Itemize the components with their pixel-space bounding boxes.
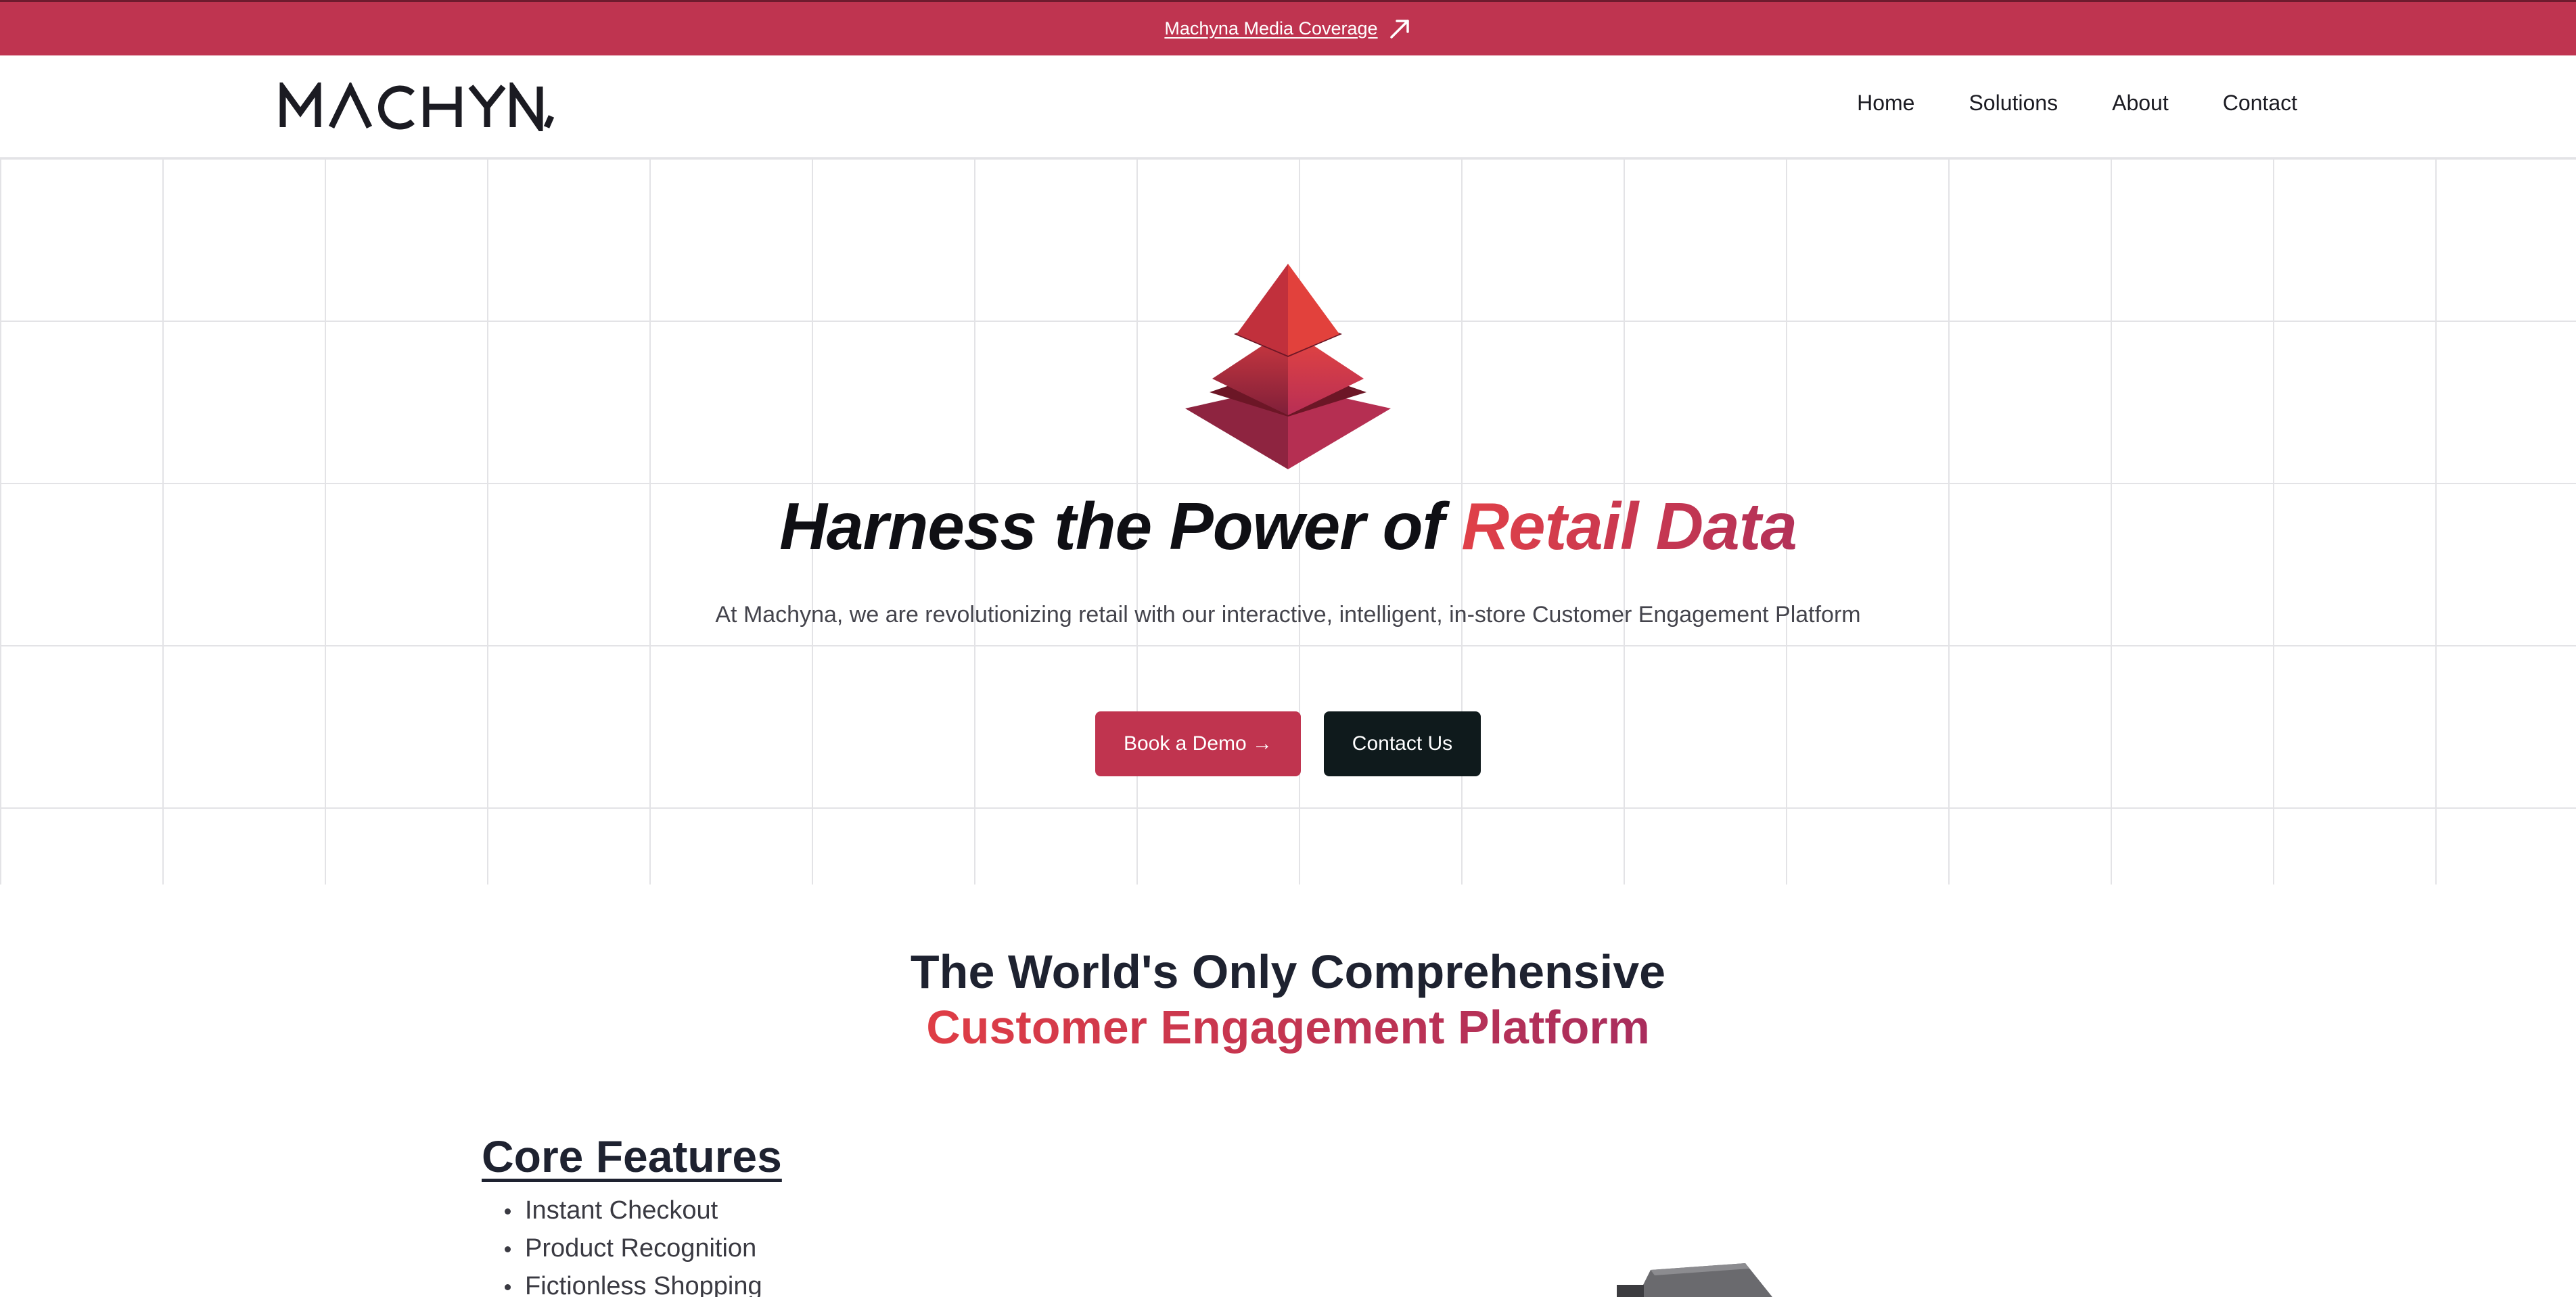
- platform-heading-line1: The World's Only Comprehensive: [910, 945, 1666, 998]
- nav-solutions[interactable]: Solutions: [1969, 91, 2058, 116]
- platform-heading-line2: Customer Engagement Platform: [926, 1001, 1650, 1054]
- feature-item: Product Recognition: [505, 1229, 782, 1267]
- nav-about[interactable]: About: [2112, 91, 2169, 116]
- kiosk-device-image: [1617, 1263, 1772, 1297]
- core-features: Core Features Instant Checkout Product R…: [482, 1131, 782, 1297]
- machyna-logo[interactable]: [279, 82, 556, 131]
- nav-home[interactable]: Home: [1857, 91, 1914, 116]
- announcement-bar: Machyna Media Coverage: [0, 0, 2576, 55]
- main-nav: Home Solutions About Contact: [1857, 91, 2297, 116]
- feature-item: Fictionless Shopping: [505, 1267, 782, 1297]
- arrow-up-right-icon[interactable]: [1387, 17, 1412, 41]
- hero-actions: Book a Demo → Contact Us: [0, 711, 2576, 776]
- hero-section: Harness the Power of Retail Data At Mach…: [0, 158, 2576, 885]
- site-header: Home Solutions About Contact: [0, 55, 2576, 158]
- hero-subtitle: At Machyna, we are revolutionizing retai…: [715, 602, 1861, 628]
- hero-title: Harness the Power of Retail Data: [0, 488, 2576, 565]
- hero-title-accent: Retail Data: [1461, 489, 1797, 563]
- contact-us-button[interactable]: Contact Us: [1324, 711, 1481, 776]
- book-demo-button[interactable]: Book a Demo →: [1095, 711, 1301, 776]
- feature-list: Instant Checkout Product Recognition Fic…: [482, 1192, 782, 1297]
- media-coverage-link[interactable]: Machyna Media Coverage: [1164, 18, 1377, 39]
- core-features-heading: Core Features: [482, 1131, 782, 1181]
- feature-item: Instant Checkout: [505, 1192, 782, 1229]
- pyramid-icon: [1185, 264, 1391, 469]
- hero-title-prefix: Harness the Power of: [779, 489, 1462, 563]
- nav-contact[interactable]: Contact: [2223, 91, 2297, 116]
- platform-heading: The World's Only Comprehensive Customer …: [0, 944, 2576, 1055]
